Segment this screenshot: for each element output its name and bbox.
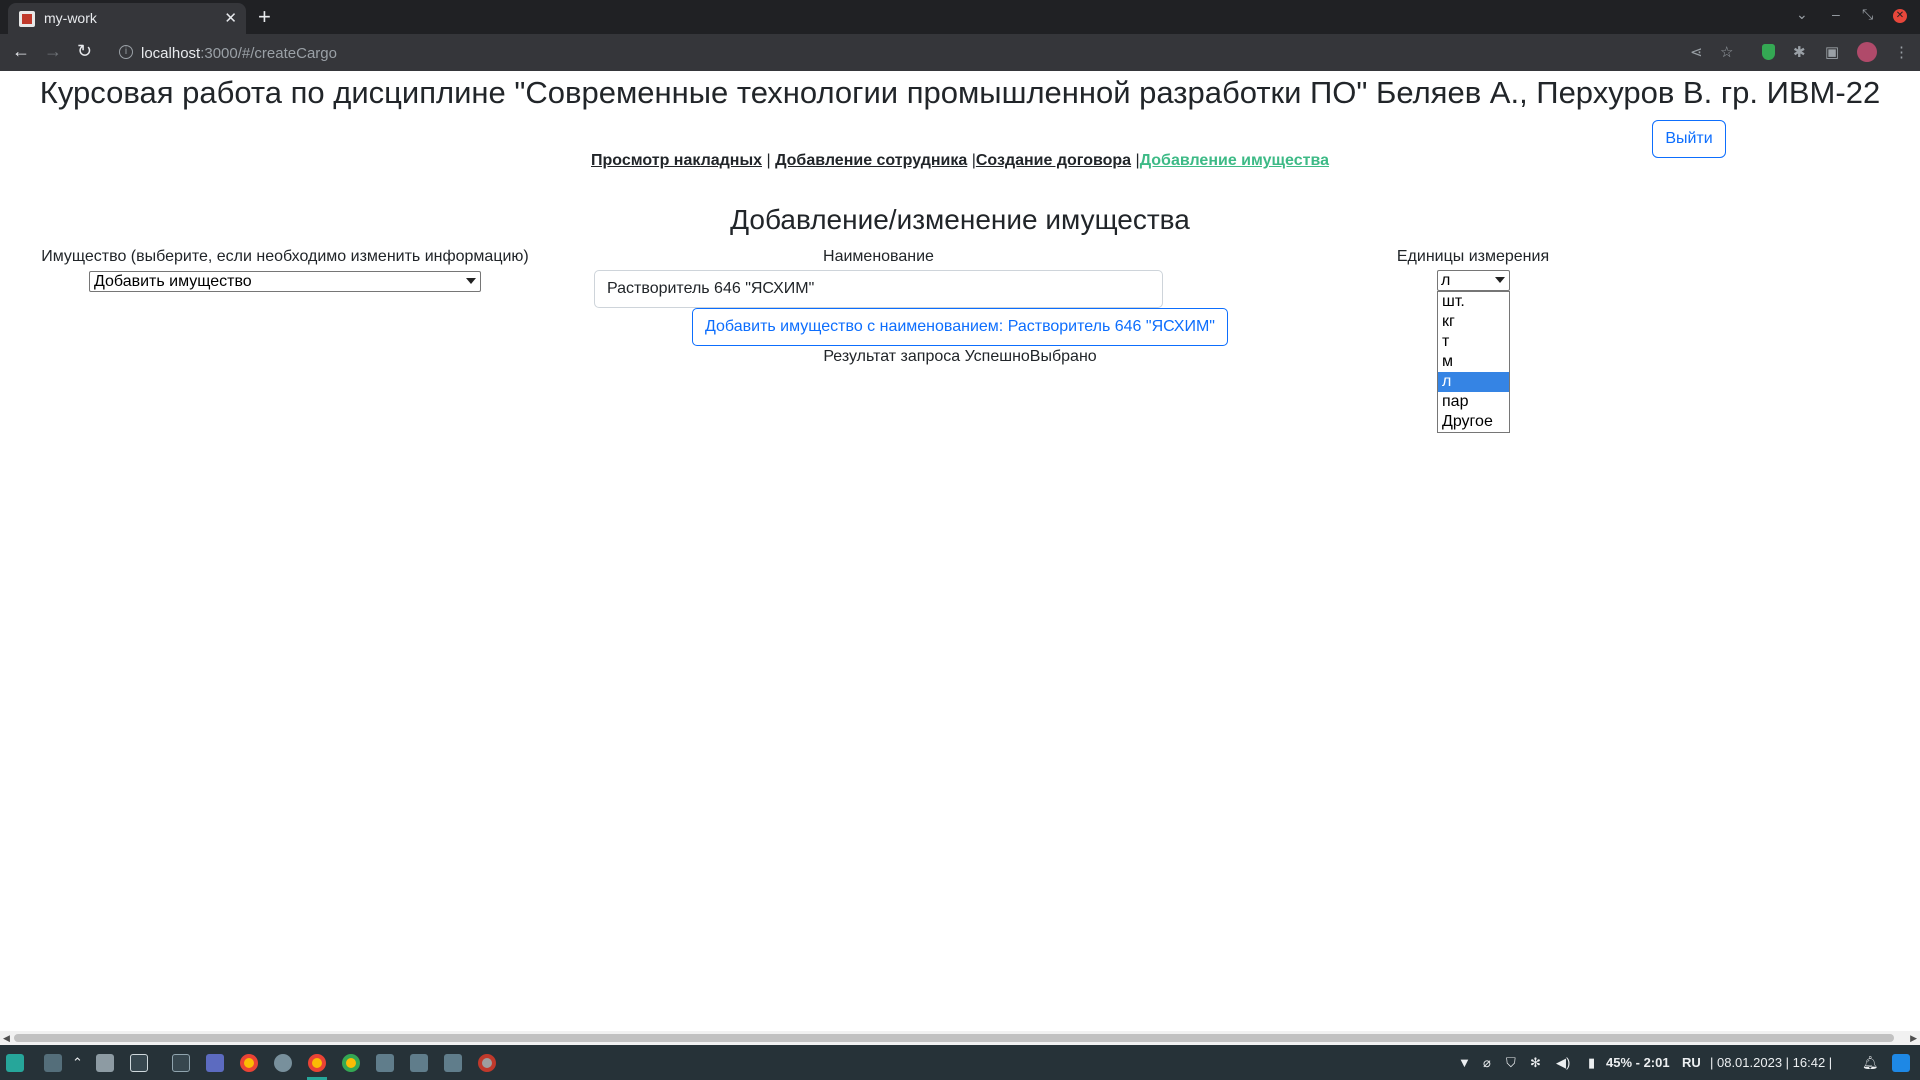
chevron-down-icon: [466, 278, 476, 284]
units-option[interactable]: шт.: [1438, 292, 1509, 312]
units-option-selected[interactable]: л: [1438, 372, 1509, 392]
chrome-icon[interactable]: [308, 1054, 326, 1072]
chevron-down-icon: [1495, 277, 1505, 283]
terminal-icon[interactable]: [130, 1054, 148, 1072]
terminal-window-icon[interactable]: [172, 1054, 190, 1072]
chrome-icon[interactable]: [240, 1054, 258, 1072]
battery-status: 45% - 2:01: [1606, 1055, 1670, 1070]
cargo-select[interactable]: Добавить имущество: [89, 271, 481, 292]
tray-expand-icon[interactable]: ⌃: [72, 1055, 83, 1071]
folder-icon[interactable]: [376, 1054, 394, 1072]
name-label: Наименование: [823, 248, 934, 265]
back-icon[interactable]: ←: [12, 41, 30, 62]
tab-close-icon[interactable]: ✕: [224, 9, 237, 27]
chrome-icon[interactable]: [342, 1054, 360, 1072]
close-window-icon[interactable]: ✕: [1893, 9, 1907, 23]
cargo-select-value: Добавить имущество: [94, 273, 252, 290]
cargo-label: Имущество (выберите, если необходимо изм…: [41, 248, 529, 265]
units-option[interactable]: пар: [1438, 392, 1509, 412]
side-panel-icon[interactable]: ▣: [1825, 43, 1839, 61]
os-taskbar: ⌃ ▼ ⌀ ⛉ ✻ ◀) ▮ 45% - 2:01 RU | 08.01.202…: [0, 1045, 1920, 1080]
shield-tray-icon[interactable]: ⛉: [1506, 1055, 1516, 1071]
scroll-right-icon[interactable]: ▶: [1910, 1033, 1917, 1044]
url-host: localhost: [141, 45, 201, 62]
page-content: Курсовая работа по дисциплине "Современн…: [0, 71, 1920, 1031]
bluetooth-icon[interactable]: ✻: [1530, 1055, 1541, 1071]
restore-icon[interactable]: ⤡: [1862, 6, 1873, 23]
section-title: Добавление/изменение имущества: [730, 204, 1190, 235]
add-property-button[interactable]: Добавить имущество с наименованием: Раст…: [692, 308, 1228, 346]
clock[interactable]: | 08.01.2023 | 16:42 |: [1710, 1055, 1832, 1070]
workspace-switcher-icon[interactable]: [44, 1054, 62, 1072]
menu-kebab-icon[interactable]: ⋮: [1894, 43, 1909, 61]
browser-tabstrip: my-work ✕ + ⌄ – ⤡ ✕: [0, 0, 1920, 34]
chrome-icon[interactable]: [478, 1054, 496, 1072]
battery-icon[interactable]: ▮: [1588, 1055, 1595, 1071]
units-option[interactable]: м: [1438, 352, 1509, 372]
nav-separator: |: [967, 152, 976, 169]
units-label: Единицы измерения: [1396, 248, 1550, 265]
units-option[interactable]: кг: [1438, 312, 1509, 332]
share-icon[interactable]: ⋖: [1690, 43, 1703, 61]
tab-search-icon[interactable]: ⌄: [1796, 6, 1808, 23]
shield-extension-icon[interactable]: [1762, 44, 1775, 60]
notifications-bell-icon[interactable]: 🔔︎: [1862, 1055, 1879, 1071]
minimize-icon[interactable]: –: [1832, 6, 1840, 22]
scroll-left-icon[interactable]: ◀: [3, 1033, 10, 1044]
volume-icon[interactable]: ◀): [1556, 1055, 1570, 1071]
nav-link-add-property[interactable]: Добавление имущества: [1140, 152, 1329, 169]
attachment-icon[interactable]: ⌀: [1483, 1055, 1491, 1071]
units-option[interactable]: Другое: [1438, 412, 1509, 432]
scrollbar-thumb[interactable]: [14, 1034, 1894, 1042]
units-select[interactable]: л: [1437, 270, 1510, 291]
folder-icon[interactable]: [410, 1054, 428, 1072]
page-header: Курсовая работа по дисциплине "Современн…: [39, 75, 1881, 110]
github-icon[interactable]: [274, 1054, 292, 1072]
url-text[interactable]: localhost:3000/#/createCargo: [141, 45, 337, 62]
tab-title: my-work: [44, 10, 97, 26]
nav-separator: |: [762, 152, 776, 169]
ide-icon[interactable]: [206, 1054, 224, 1072]
horizontal-scrollbar[interactable]: ◀ ▶: [0, 1031, 1920, 1045]
folder-icon[interactable]: [444, 1054, 462, 1072]
units-select-value: л: [1441, 272, 1451, 289]
name-input[interactable]: [594, 270, 1163, 308]
nav-separator: |: [1131, 152, 1140, 169]
profile-avatar[interactable]: [1857, 42, 1877, 62]
bookmark-star-icon[interactable]: ☆: [1720, 43, 1733, 61]
nav-link-add-employee[interactable]: Добавление сотрудника: [775, 152, 967, 169]
new-tab-icon[interactable]: +: [258, 4, 271, 30]
info-icon[interactable]: i: [119, 45, 133, 59]
nav-link-create-contract[interactable]: Создание договора: [976, 152, 1131, 169]
file-manager-icon[interactable]: [96, 1054, 114, 1072]
app-menu-icon[interactable]: [6, 1054, 24, 1072]
browser-tab[interactable]: my-work ✕: [8, 3, 246, 34]
url-path: :3000/#/createCargo: [200, 45, 337, 62]
extensions-puzzle-icon[interactable]: ✱: [1793, 43, 1806, 61]
main-nav: Просмотр накладных | Добавление сотрудни…: [0, 152, 1920, 170]
show-desktop-icon[interactable]: [1892, 1054, 1910, 1072]
browser-toolbar: ← → ↻ i localhost:3000/#/createCargo ⋖ ☆…: [0, 34, 1920, 71]
forward-icon[interactable]: →: [44, 41, 62, 62]
nav-link-invoices[interactable]: Просмотр накладных: [591, 152, 762, 169]
query-result: Результат запроса УспешноВыбрано: [823, 348, 1097, 365]
favicon-icon: [19, 11, 35, 27]
units-option[interactable]: т: [1438, 332, 1509, 352]
reload-icon[interactable]: ↻: [77, 41, 92, 62]
address-bar[interactable]: i localhost:3000/#/createCargo: [110, 37, 1680, 68]
keyboard-layout[interactable]: RU: [1682, 1055, 1701, 1070]
wifi-icon[interactable]: ▼: [1458, 1055, 1471, 1070]
units-options-list: шт. кг т м л пар Другое: [1437, 291, 1510, 433]
